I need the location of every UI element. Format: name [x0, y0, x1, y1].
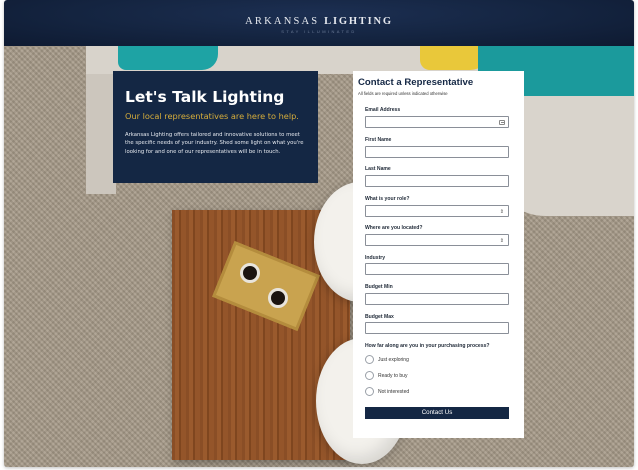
- radio-button[interactable]: [365, 371, 374, 380]
- purchase-process-label: How far along are you in your purchasing…: [365, 343, 490, 349]
- hero-panel: Let's Talk Lighting Our local representa…: [113, 71, 318, 183]
- sofa-arm: [86, 74, 116, 194]
- hero-description: Arkansas Lighting offers tailored and in…: [125, 132, 304, 155]
- hero-title: Let's Talk Lighting: [125, 88, 285, 106]
- budget-min-label: Budget Min: [365, 284, 393, 290]
- industry-label: Industry: [365, 255, 386, 261]
- radio-button[interactable]: [365, 387, 374, 396]
- industry-field[interactable]: [365, 263, 509, 275]
- last-name-label: Last Name: [365, 166, 391, 172]
- brand-name-light: ARKANSAS: [245, 16, 320, 27]
- teal-cushion-left: [118, 46, 218, 70]
- first-name-label: First Name: [365, 137, 392, 143]
- background-photo: [4, 46, 634, 467]
- email-label: Email Address: [365, 107, 401, 113]
- budget-max-label: Budget Max: [365, 314, 394, 320]
- radio-label: Just exploring: [378, 356, 409, 363]
- radio-label: Not interested: [378, 388, 410, 395]
- contact-card-icon: [499, 119, 505, 125]
- budget-max-field[interactable]: [365, 322, 509, 334]
- location-label: Where are you located?: [365, 225, 423, 231]
- brand-name-bold: LIGHTING: [324, 16, 393, 27]
- coffee-cup: [268, 288, 288, 308]
- contact-form: Contact a Representative All fields are …: [353, 71, 524, 438]
- contact-us-button[interactable]: Contact Us: [365, 407, 509, 419]
- budget-min-field[interactable]: [365, 293, 509, 305]
- last-name-field[interactable]: [365, 175, 509, 187]
- brand-tagline: STAY ILLUMINATED: [281, 29, 357, 34]
- first-name-field[interactable]: [365, 146, 509, 158]
- required-note: All fields are required unless indicated…: [358, 91, 448, 96]
- coffee-cup: [240, 263, 260, 283]
- brand-logo[interactable]: ARKANSAS LIGHTING: [4, 16, 634, 27]
- form-title: Contact a Representative: [358, 77, 474, 88]
- page-frame: ARKANSAS LIGHTING STAY ILLUMINATED Let's…: [4, 0, 634, 467]
- chevron-updown-icon: ⇕: [499, 237, 504, 244]
- role-label: What is your role?: [365, 196, 410, 202]
- radio-label: Ready to buy: [378, 372, 408, 379]
- chevron-updown-icon: ⇕: [499, 208, 504, 215]
- role-select[interactable]: ⇕: [365, 205, 509, 217]
- site-header: ARKANSAS LIGHTING STAY ILLUMINATED: [4, 0, 634, 46]
- radio-button[interactable]: [365, 355, 374, 364]
- email-field[interactable]: [365, 116, 509, 128]
- hero-subtitle: Our local representatives are here to he…: [125, 111, 299, 121]
- location-select[interactable]: ⇕: [365, 234, 509, 246]
